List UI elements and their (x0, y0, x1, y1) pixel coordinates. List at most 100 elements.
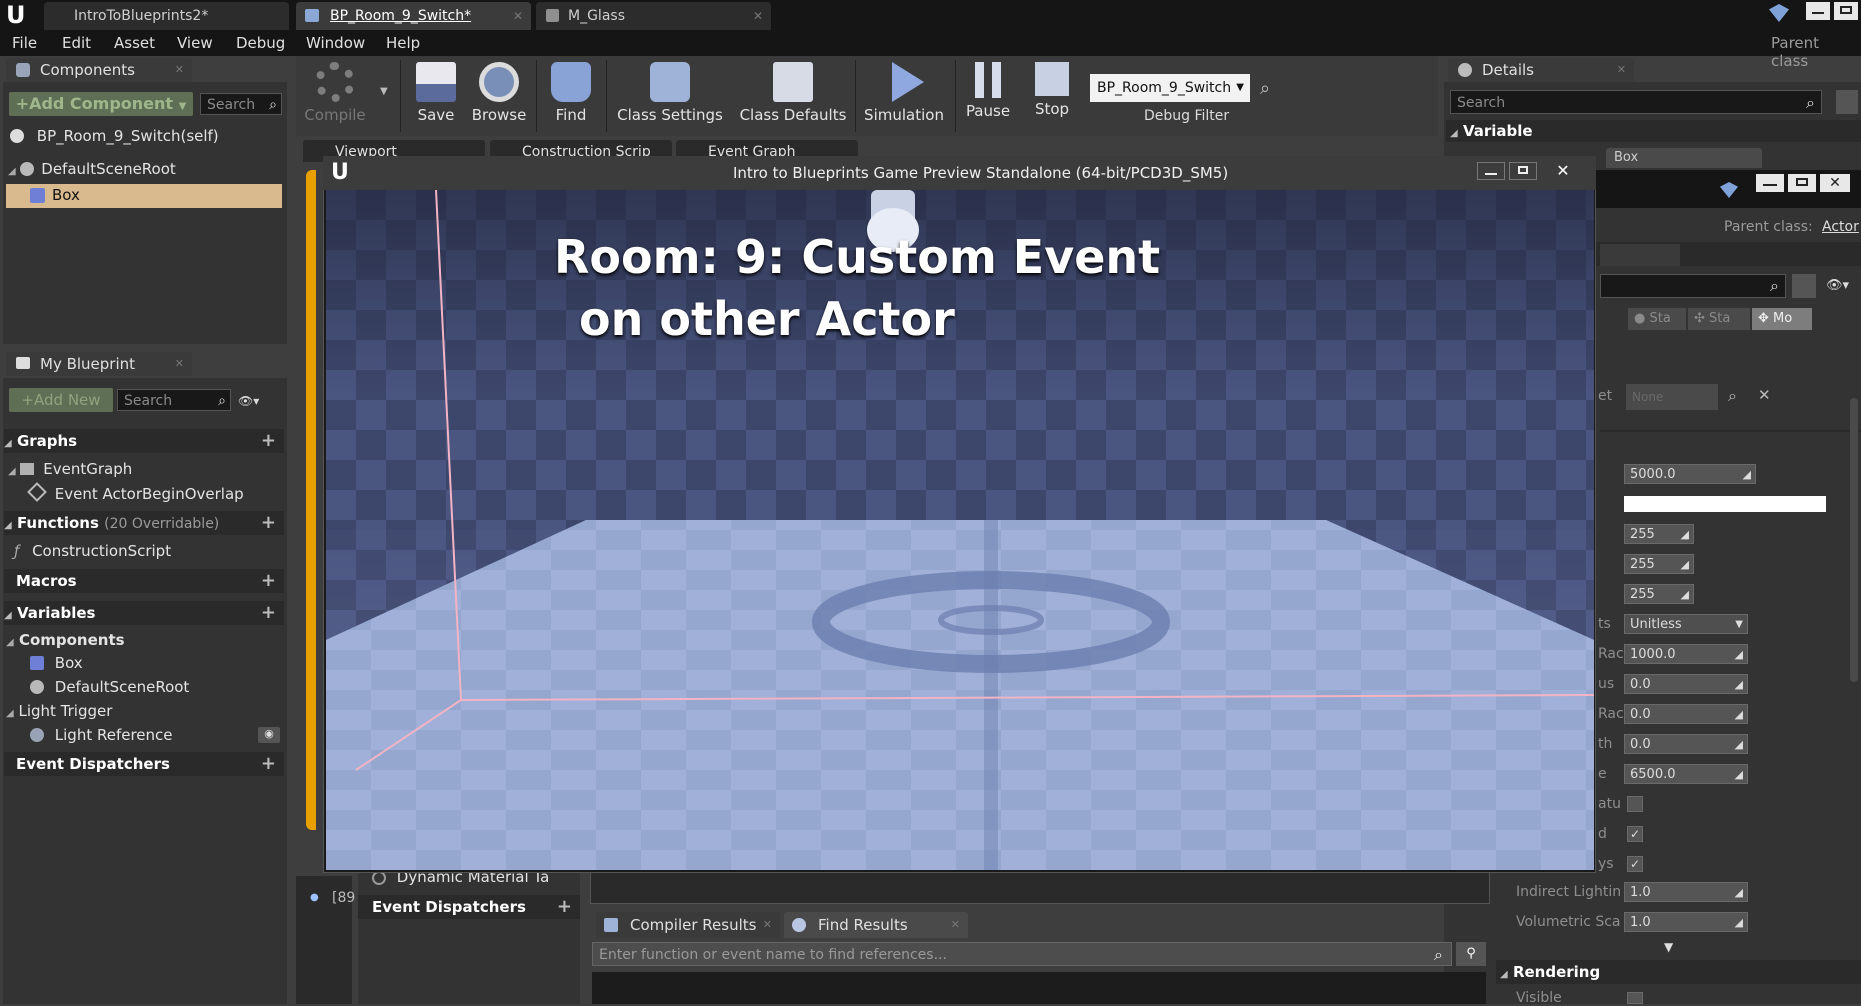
checkbox-use-temperature[interactable] (1627, 796, 1643, 812)
find-in-all-blueprints-button[interactable]: ⚲ (1456, 942, 1486, 966)
property-field-color-b[interactable]: 255 ◢ (1624, 584, 1694, 604)
close-button[interactable]: ✕ (1820, 174, 1850, 192)
details-scrollbar[interactable] (1850, 398, 1858, 682)
eye-visibility-icon[interactable]: 👁▾ (238, 394, 276, 408)
property-field-color-r[interactable]: 255 ◢ (1624, 524, 1694, 544)
minimize-button[interactable] (1756, 174, 1784, 192)
details-search-input[interactable]: Search ⌕ (1450, 90, 1822, 114)
checkbox-visible[interactable] (1627, 992, 1643, 1004)
close-button[interactable]: ✕ (1543, 162, 1583, 180)
compile-options-chevron-icon[interactable]: ▼ (380, 86, 388, 97)
graphs-header[interactable]: ◢ Graphs + (4, 429, 284, 453)
mobility-movable-button[interactable]: ✥ Mo (1752, 308, 1812, 330)
menu-help[interactable]: Help (386, 34, 420, 52)
my-blueprint-search-input[interactable]: Search ⌕ (117, 389, 231, 411)
components-search-input[interactable]: Search ⌕ (200, 93, 282, 115)
asset-none-field[interactable]: None (1626, 384, 1718, 410)
debug-object-select[interactable]: BP_Room_9_Switch ▼ (1090, 74, 1250, 102)
tree-item-light-reference[interactable]: Light Reference (30, 726, 173, 744)
game-window-title-bar[interactable]: U Intro to Blueprints Game Preview Stand… (323, 156, 1596, 190)
tree-item-var-default-scene-root[interactable]: DefaultSceneRoot (30, 678, 189, 696)
search-icon[interactable]: ⌕ (1260, 78, 1270, 99)
macros-header[interactable]: Macros + (4, 569, 284, 593)
save-button[interactable]: Save (406, 58, 466, 136)
close-icon[interactable]: ✕ (175, 352, 184, 376)
mobility-stationary-button[interactable]: ✣ Sta (1688, 308, 1750, 330)
inner-tab[interactable] (1600, 244, 1680, 266)
tree-item-default-scene-root[interactable]: ◢ DefaultSceneRoot (8, 160, 176, 178)
add-function-icon[interactable]: + (261, 511, 276, 535)
rendering-header[interactable]: ◢ Rendering (1496, 960, 1861, 984)
tab-compiler-results[interactable]: Compiler Results ✕ (596, 912, 780, 938)
property-matrix-icon[interactable] (1792, 274, 1816, 298)
property-field-length[interactable]: 0.0 ◢ (1624, 734, 1748, 754)
close-icon[interactable]: ✕ (513, 2, 523, 30)
doc-tab-introtoblueprints[interactable]: IntroToBlueprints2* (44, 2, 289, 30)
parent-class-link[interactable]: Actor (1822, 219, 1859, 235)
property-field-attenuation-radius[interactable]: 1000.0 ◢ (1624, 644, 1748, 664)
menu-asset[interactable]: Asset (114, 34, 155, 52)
add-dispatcher-icon[interactable]: + (557, 895, 572, 919)
tree-item-event-graph[interactable]: ◢ EventGraph (8, 460, 132, 478)
menu-view[interactable]: View (177, 34, 213, 52)
add-graph-icon[interactable]: + (261, 429, 276, 453)
browse-asset-icon[interactable]: ⌕ (1728, 386, 1737, 406)
close-icon[interactable]: ✕ (753, 2, 763, 30)
property-field-intensity[interactable]: 5000.0 ◢ (1624, 464, 1756, 484)
tree-item-construction-script[interactable]: ƒ ConstructionScript (14, 542, 171, 560)
add-dispatcher-icon[interactable]: + (261, 752, 276, 776)
tree-group-light-trigger[interactable]: ◢ Light Trigger (6, 702, 112, 720)
menu-debug[interactable]: Debug (236, 34, 285, 52)
variables-header[interactable]: ◢ Variables + (4, 601, 284, 625)
menu-edit[interactable]: Edit (62, 34, 91, 52)
my-blueprint-tab[interactable]: My Blueprint ✕ (6, 352, 192, 376)
tab-find-results[interactable]: Find Results ✕ (784, 912, 968, 938)
close-icon[interactable]: ✕ (1617, 58, 1626, 82)
property-field-temperature[interactable]: 6500.0 ◢ (1624, 764, 1748, 784)
add-variable-icon[interactable]: + (261, 601, 276, 625)
property-matrix-icon[interactable] (1836, 90, 1858, 114)
tree-item-box-selected[interactable]: Box (6, 184, 282, 208)
box-tab[interactable]: Box (1606, 148, 1762, 168)
simulation-button[interactable]: Simulation (858, 58, 950, 136)
doc-tab-m-glass[interactable]: M_Glass ✕ (536, 2, 771, 30)
marketplace-icon[interactable] (1769, 4, 1789, 22)
class-defaults-button[interactable]: Class Defaults (733, 58, 853, 136)
doc-tab-bp-room-9-switch[interactable]: BP_Room_9_Switch* ✕ (296, 2, 531, 30)
mobility-static-button[interactable]: ● Sta (1628, 308, 1686, 330)
property-select-units[interactable]: Unitless ▼ (1624, 614, 1748, 634)
checkbox-cast-shadows[interactable]: ✓ (1627, 856, 1643, 872)
minimize-button[interactable] (1806, 2, 1830, 20)
expand-advanced-icon[interactable]: ▼ (1664, 940, 1673, 954)
event-dispatchers-header[interactable]: Event Dispatchers + (4, 752, 284, 776)
event-dispatchers-header-2[interactable]: Event Dispatchers + (358, 895, 580, 919)
add-component-button[interactable]: +Add Component ▼ (9, 92, 193, 116)
eye-visibility-icon[interactable]: 👁▾ (1826, 278, 1849, 293)
maximize-button[interactable] (1509, 162, 1537, 180)
clear-asset-icon[interactable]: ✕ (1758, 386, 1771, 404)
add-new-button[interactable]: +Add New (9, 388, 113, 412)
pause-button[interactable]: Pause (958, 58, 1018, 136)
close-icon[interactable]: ✕ (763, 912, 772, 938)
close-icon[interactable]: ✕ (175, 58, 184, 82)
find-references-input[interactable]: Enter function or event name to find ref… (592, 942, 1452, 966)
stop-button[interactable]: Stop (1022, 58, 1082, 136)
menu-file[interactable]: File (12, 34, 37, 52)
property-field-indirect-lighting[interactable]: 1.0 ◢ (1624, 882, 1748, 902)
variable-header[interactable]: ◢ Variable (1446, 120, 1861, 142)
property-field-volumetric[interactable]: 1.0 ◢ (1624, 912, 1748, 932)
components-tab[interactable]: Components ✕ (6, 58, 192, 82)
add-macro-icon[interactable]: + (261, 569, 276, 593)
menu-window[interactable]: Window (306, 34, 365, 52)
tree-group-components[interactable]: ◢ Components (6, 631, 125, 649)
tree-item-var-box[interactable]: Box (30, 654, 83, 672)
property-field-soft-radius[interactable]: 0.0 ◢ (1624, 704, 1748, 724)
property-field-color-g[interactable]: 255 ◢ (1624, 554, 1694, 574)
maximize-button[interactable] (1834, 2, 1858, 20)
browse-button[interactable]: Browse (469, 58, 529, 136)
inner-search-input[interactable]: ⌕ (1600, 274, 1786, 298)
details-tab[interactable]: Details ✕ (1448, 58, 1634, 82)
find-button[interactable]: Find (541, 58, 601, 136)
compile-button[interactable]: Compile (302, 58, 368, 136)
light-color-swatch[interactable] (1624, 496, 1826, 512)
